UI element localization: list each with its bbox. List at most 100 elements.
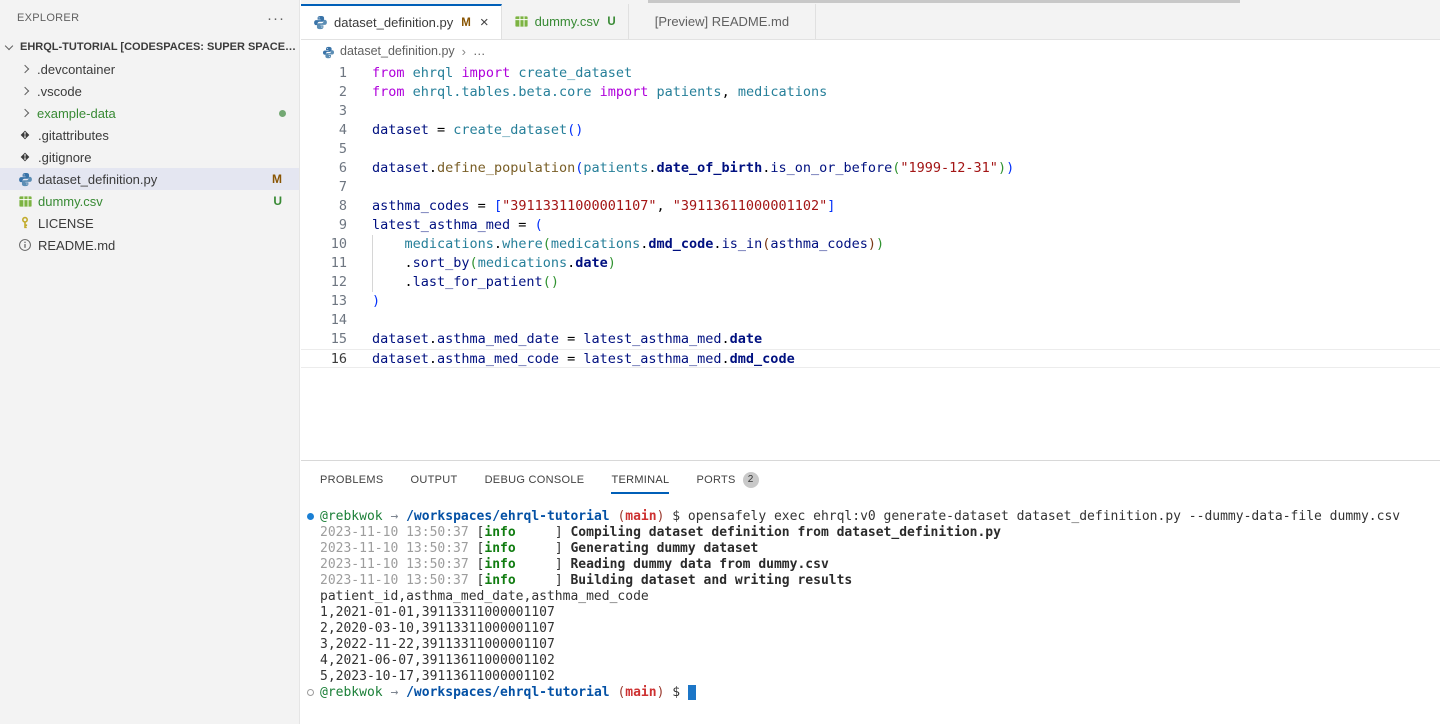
explorer-item-dummy-csv[interactable]: dummy.csvU: [0, 190, 299, 212]
code-token: dataset: [372, 160, 429, 176]
explorer-item-license[interactable]: LICENSE: [0, 212, 299, 234]
panel-tab-output[interactable]: OUTPUT: [411, 469, 458, 492]
explorer-item--devcontainer[interactable]: .devcontainer: [0, 58, 299, 80]
code-line-6[interactable]: 6dataset.define_population(patients.date…: [301, 159, 1440, 178]
line-number: 8: [301, 197, 347, 216]
code-token: import: [600, 84, 649, 100]
tab-label: dataset_definition.py: [334, 15, 453, 30]
code-token: ): [876, 236, 884, 252]
code-token: medications: [478, 255, 567, 271]
code-line-1[interactable]: 1from ehrql import create_dataset: [301, 64, 1440, 83]
terminal[interactable]: @rebkwok → /workspaces/ehrql-tutorial (m…: [301, 499, 1440, 724]
tab--preview-readme-md[interactable]: [Preview] README.md: [629, 4, 816, 39]
panel-tab-label: TERMINAL: [611, 474, 669, 486]
terminal-token: 2023-11-10 13:50:37: [320, 541, 477, 556]
tab-dummy-csv[interactable]: dummy.csvU: [502, 4, 629, 39]
code-editor[interactable]: 1from ehrql import create_dataset2from e…: [301, 62, 1440, 460]
command-pending-decoration-icon[interactable]: [307, 689, 314, 696]
terminal-token: info: [484, 525, 515, 540]
explorer-item--gitattributes[interactable]: .gitattributes: [0, 124, 299, 146]
line-number: 10: [301, 235, 347, 254]
code-token: "39113311000001107": [502, 198, 656, 214]
code-line-15[interactable]: 15dataset.asthma_med_date = latest_asthm…: [301, 330, 1440, 349]
code-line-11[interactable]: 11 .sort_by(medications.date): [301, 254, 1440, 273]
code-line-8[interactable]: 8asthma_codes = ["39113311000001107", "3…: [301, 197, 1440, 216]
code-token: (): [543, 274, 559, 290]
python-icon: [17, 171, 33, 187]
code-token: ): [998, 160, 1006, 176]
explorer-item-example-data[interactable]: example-data: [0, 102, 299, 124]
terminal-token: main: [625, 685, 656, 700]
explorer-item-readme-md[interactable]: README.md: [0, 234, 299, 256]
code-line-3[interactable]: 3: [301, 102, 1440, 121]
code-token: ]: [827, 198, 835, 214]
terminal-token: main: [625, 509, 656, 524]
command-decoration-icon[interactable]: [307, 513, 314, 520]
code-token: (): [567, 122, 583, 138]
panel-tab-debug-console[interactable]: DEBUG CONSOLE: [485, 469, 585, 492]
panel-tab-ports[interactable]: PORTS2: [696, 467, 758, 494]
code-token: sort_by: [413, 255, 470, 271]
code-line-16[interactable]: 16dataset.asthma_med_code = latest_asthm…: [301, 349, 1440, 368]
line-number: 13: [301, 292, 347, 311]
tab-label: [Preview] README.md: [655, 14, 789, 29]
chevron-right-icon: [21, 87, 29, 95]
terminal-line: 3,2022-11-22,39113311000001107: [320, 637, 1440, 653]
close-icon[interactable]: ×: [480, 15, 489, 30]
terminal-token: Building dataset and writing results: [570, 573, 852, 588]
terminal-token: 2023-11-10 13:50:37: [320, 573, 477, 588]
code-line-14[interactable]: 14: [301, 311, 1440, 330]
file-label: README.md: [38, 238, 115, 253]
code-line-13[interactable]: 13): [301, 292, 1440, 311]
terminal-token: info: [484, 557, 515, 572]
breadcrumb-file[interactable]: dataset_definition.py: [340, 44, 455, 58]
tab-strip-scrollbar[interactable]: [648, 0, 1240, 3]
breadcrumb[interactable]: dataset_definition.py › …: [301, 40, 1440, 62]
table-icon: [514, 14, 529, 29]
terminal-token: Reading dummy data from dummy.csv: [570, 557, 828, 572]
code-token: medications: [738, 84, 827, 100]
panel-tab-problems[interactable]: PROBLEMS: [320, 469, 384, 492]
code-token: is_on_or_before: [770, 160, 892, 176]
file-label: .devcontainer: [37, 62, 115, 77]
workspace-section-header[interactable]: EHRQL-TUTORIAL [CODESPACES: SUPER SPACE …: [0, 36, 299, 58]
terminal-line: 5,2023-10-17,39113611000001102: [320, 669, 1440, 685]
more-actions-icon[interactable]: ···: [267, 10, 285, 27]
code-line-5[interactable]: 5: [301, 140, 1440, 159]
code-token: import: [461, 65, 510, 81]
code-line-4[interactable]: 4dataset = create_dataset(): [301, 121, 1440, 140]
file-label: .gitignore: [38, 150, 91, 165]
code-token: is_in: [722, 236, 763, 252]
line-number: 12: [301, 273, 347, 292]
table-icon: [17, 193, 33, 209]
code-text: from ehrql.tables.beta.core import patie…: [347, 83, 827, 102]
code-token: ehrql: [413, 65, 454, 81]
explorer-item-dataset-definition-py[interactable]: dataset_definition.pyM: [0, 168, 299, 190]
code-token: ehrql.tables.beta.core: [413, 84, 592, 100]
terminal-line: 1,2021-01-01,39113311000001107: [320, 605, 1440, 621]
code-line-12[interactable]: 12 .last_for_patient(): [301, 273, 1440, 292]
breadcrumb-more[interactable]: …: [473, 44, 486, 58]
code-line-2[interactable]: 2from ehrql.tables.beta.core import pati…: [301, 83, 1440, 102]
tab-dataset-definition-py[interactable]: dataset_definition.py M ×: [301, 4, 502, 39]
terminal-line: 4,2021-06-07,39113611000001102: [320, 653, 1440, 669]
code-line-9[interactable]: 9latest_asthma_med = (: [301, 216, 1440, 235]
code-line-10[interactable]: 10 medications.where(medications.dmd_cod…: [301, 235, 1440, 254]
code-token: latest_asthma_med: [583, 351, 721, 367]
git-status-badge: U: [273, 194, 282, 208]
line-number: 5: [301, 140, 347, 159]
code-token: ): [608, 255, 616, 271]
explorer-item--vscode[interactable]: .vscode: [0, 80, 299, 102]
terminal-line: 2023-11-10 13:50:37 [info ] Building dat…: [320, 573, 1440, 589]
code-text: asthma_codes = ["39113311000001107", "39…: [347, 197, 835, 216]
code-line-7[interactable]: 7: [301, 178, 1440, 197]
code-token: date_of_birth: [657, 160, 763, 176]
breadcrumb-separator: ›: [462, 44, 466, 59]
panel-tab-terminal[interactable]: TERMINAL: [611, 469, 669, 492]
terminal-token: /workspaces/ehrql-tutorial: [406, 509, 610, 524]
panel-tab-label: OUTPUT: [411, 474, 458, 486]
tab-dirty-badge: M: [461, 17, 471, 29]
code-token: from: [372, 84, 405, 100]
explorer-item--gitignore[interactable]: .gitignore: [0, 146, 299, 168]
code-token: medications: [551, 236, 640, 252]
